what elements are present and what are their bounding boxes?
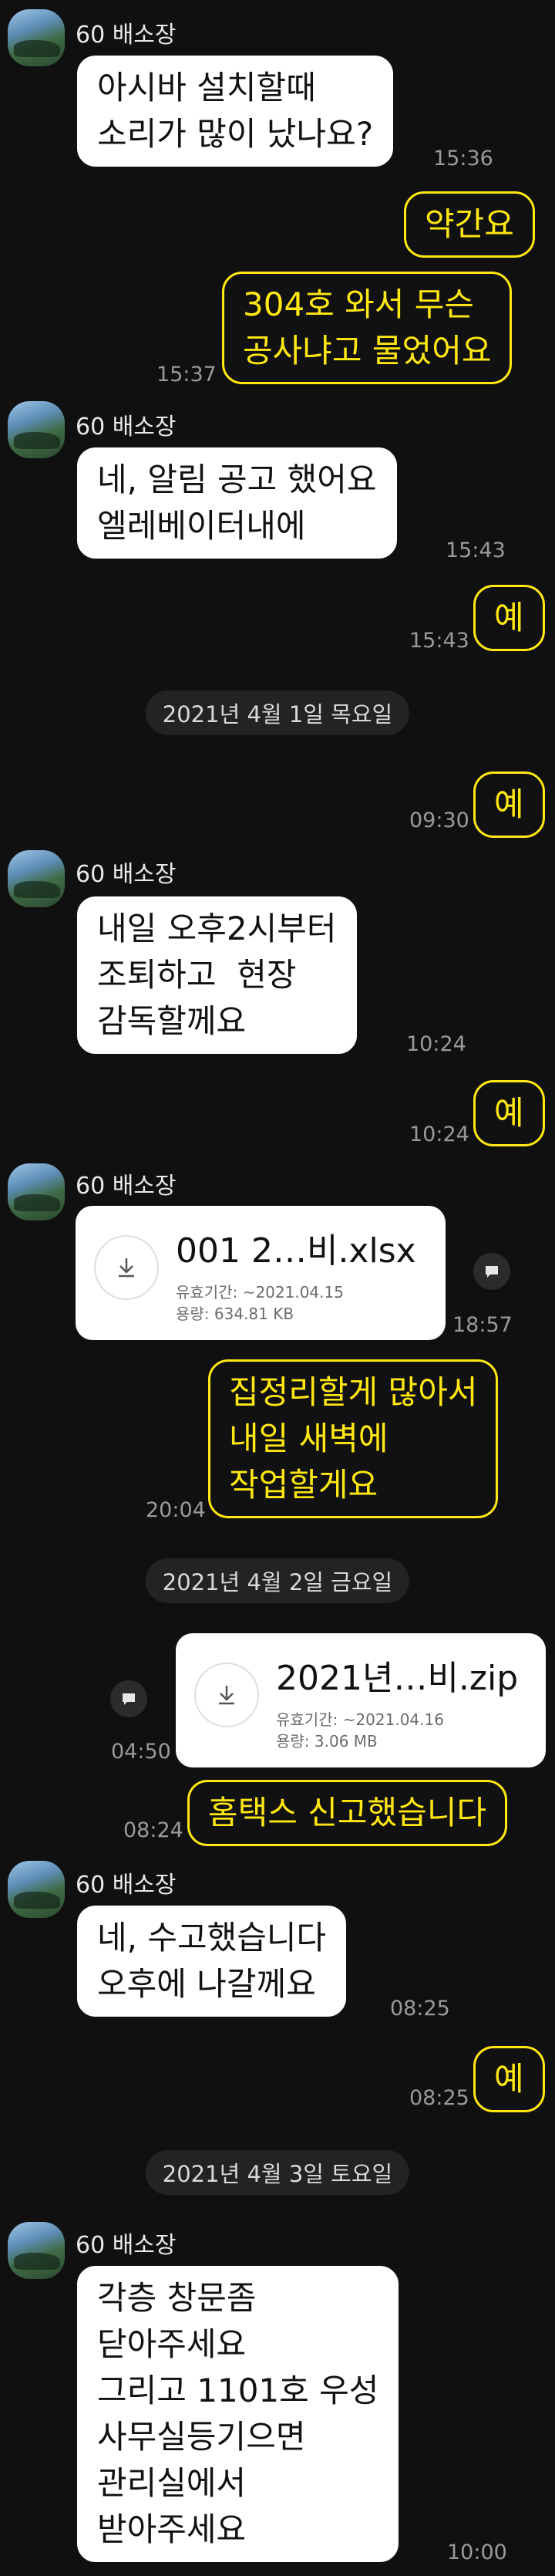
- message-time: 09:30: [409, 809, 469, 832]
- message-time: 08:25: [390, 1997, 450, 2021]
- message-time: 15:36: [433, 147, 493, 170]
- sender-name: 60 배소장: [76, 1173, 177, 1200]
- message-time: 10:24: [409, 1123, 469, 1146]
- file-expiry: 유효기간: ~2021.04.15: [176, 1283, 344, 1302]
- outgoing-message[interactable]: 예: [473, 2046, 545, 2112]
- profile-avatar[interactable]: [8, 1163, 65, 1220]
- file-name: 2021년…비.zip: [276, 1659, 519, 1698]
- sender-name: 60 배소장: [76, 1872, 177, 1899]
- profile-avatar[interactable]: [8, 850, 65, 907]
- profile-avatar[interactable]: [8, 401, 65, 458]
- message-time: 10:24: [406, 1032, 466, 1056]
- message-time: 10:00: [447, 2541, 507, 2564]
- file-size: 용량: 3.06 MB: [276, 1732, 378, 1751]
- date-divider: 2021년 4월 1일 목요일: [145, 690, 410, 735]
- incoming-message[interactable]: 내일 오후2시부터 조퇴하고 현장 감독할께요: [76, 895, 358, 1055]
- outgoing-message[interactable]: 예: [473, 585, 545, 651]
- date-divider: 2021년 4월 2일 금요일: [145, 1558, 410, 1603]
- message-time: 15:37: [156, 363, 217, 387]
- sender-name: 60 배소장: [76, 414, 177, 441]
- sender-name: 60 배소장: [76, 861, 177, 888]
- outgoing-message[interactable]: 예: [473, 1080, 545, 1146]
- download-icon[interactable]: [94, 1235, 159, 1300]
- date-divider: 2021년 4월 3일 토요일: [145, 2150, 410, 2195]
- outgoing-message[interactable]: 약간요: [404, 191, 535, 258]
- incoming-message[interactable]: 각층 창문좀 닫아주세요 그리고 1101호 우성 사무실등기으면 관리실에서 …: [76, 2264, 401, 2564]
- message-time: 15:43: [409, 629, 469, 653]
- incoming-message[interactable]: 아시바 설치할때 소리가 많이 났나요?: [76, 54, 395, 168]
- message-time: 04:50: [111, 1740, 171, 1764]
- profile-avatar[interactable]: [8, 2222, 65, 2279]
- file-attachment[interactable]: 2021년…비.zip 유효기간: ~2021.04.16 용량: 3.06 M…: [176, 1633, 546, 1767]
- download-icon[interactable]: [194, 1663, 259, 1727]
- incoming-message[interactable]: 네, 수고했습니다 오후에 나갈께요: [76, 1904, 348, 2018]
- sender-name: 60 배소장: [76, 2232, 177, 2259]
- incoming-message[interactable]: 네, 알림 공고 했어요 엘레베이터내에: [76, 446, 399, 560]
- file-size: 용량: 634.81 KB: [176, 1305, 294, 1323]
- file-attachment[interactable]: 001 2…비.xlsx 유효기간: ~2021.04.15 용량: 634.8…: [76, 1206, 446, 1340]
- message-time: 15:43: [446, 538, 506, 562]
- message-time: 08:25: [409, 2086, 469, 2110]
- outgoing-message[interactable]: 304호 와서 무슨 공사냐고 물었어요: [222, 272, 513, 384]
- message-time: 20:04: [146, 1498, 206, 1522]
- outgoing-message[interactable]: 홈택스 신고했습니다: [187, 1780, 508, 1846]
- share-icon[interactable]: [110, 1680, 147, 1717]
- file-name: 001 2…비.xlsx: [176, 1231, 416, 1271]
- profile-avatar[interactable]: [8, 9, 65, 66]
- share-icon[interactable]: [473, 1253, 510, 1290]
- profile-avatar[interactable]: [8, 1861, 65, 1918]
- outgoing-message[interactable]: 예: [473, 771, 545, 838]
- message-time: 08:24: [123, 1818, 183, 1842]
- outgoing-message[interactable]: 집정리할게 많아서 내일 새벽에 작업할게요: [208, 1359, 499, 1518]
- sender-name: 60 배소장: [76, 22, 177, 49]
- file-expiry: 유효기간: ~2021.04.16: [276, 1710, 444, 1729]
- message-time: 18:57: [452, 1313, 513, 1337]
